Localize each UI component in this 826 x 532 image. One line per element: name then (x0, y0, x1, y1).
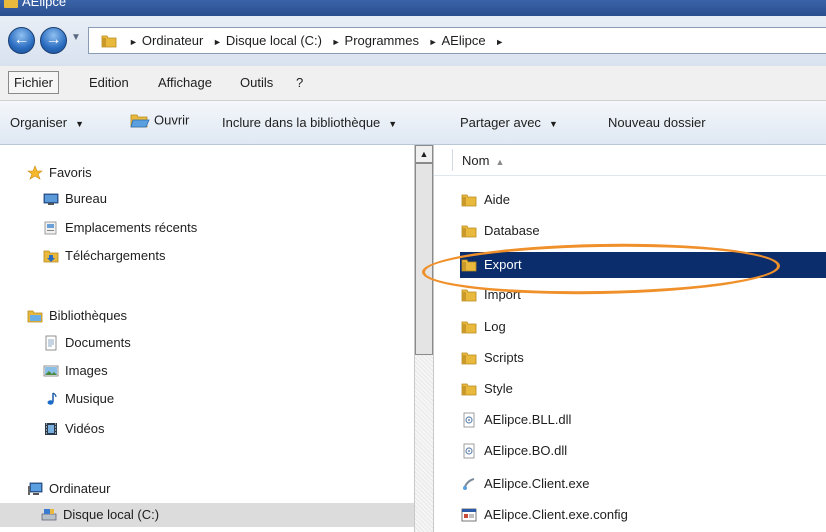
folder-icon (101, 35, 117, 48)
back-button[interactable]: ← (8, 27, 35, 54)
folder-icon (461, 352, 477, 364)
file-row-bo-dll[interactable]: AElipce.BO.dll (460, 438, 826, 464)
inclure-bibliotheque-button[interactable]: Inclure dans la bibliothèque ▼ (222, 115, 397, 130)
file-row-bll-dll[interactable]: AElipce.BLL.dll (460, 407, 826, 433)
images-icon (43, 365, 59, 376)
forward-button[interactable]: → (40, 27, 67, 54)
nav-ordinateur[interactable]: Ordinateur (26, 479, 110, 499)
star-icon (27, 164, 43, 180)
menu-affichage[interactable]: Affichage (158, 75, 212, 90)
address-row: ← → ▼ ► Ordinateur ► Disque local (C:) ► Pr… (0, 16, 826, 66)
file-row-log[interactable]: Log (460, 314, 826, 340)
nav-disque-local[interactable]: Disque local (C:) (0, 503, 414, 527)
config-file-icon (461, 508, 477, 521)
file-row-aide[interactable]: Aide (460, 187, 826, 213)
documents-icon (45, 335, 57, 350)
breadcrumb-item-aelipce[interactable]: ► AElipce (429, 33, 486, 48)
window-title: AElipce (22, 0, 67, 9)
breadcrumb: ► Ordinateur ► Disque local (C:) ► Programm… (129, 33, 514, 48)
file-row-style[interactable]: Style (460, 376, 826, 402)
menu-help[interactable]: ? (296, 75, 303, 90)
folder-icon (461, 321, 477, 333)
column-header-nom[interactable]: Nom ▲ (434, 145, 826, 176)
scroll-up-arrow-icon[interactable]: ▲ (415, 145, 433, 163)
breadcrumb-chevron-icon[interactable]: ► (495, 33, 508, 48)
recent-places-icon (44, 221, 57, 234)
desktop-icon (43, 193, 59, 205)
libraries-icon (27, 310, 43, 322)
folder-icon (461, 225, 477, 237)
scroll-thumb[interactable] (415, 163, 433, 355)
title-bar: AElipce (0, 0, 826, 16)
computer-icon (28, 482, 43, 495)
nav-bibliotheques[interactable]: Bibliothèques (26, 306, 127, 326)
history-dropdown-icon[interactable]: ▼ (71, 32, 81, 43)
nav-scrollbar[interactable]: ▲ (414, 145, 434, 532)
folder-icon (461, 383, 477, 395)
nav-bureau[interactable]: Bureau (42, 189, 107, 209)
file-row-import[interactable]: Import (460, 282, 826, 308)
open-folder-icon (130, 114, 150, 128)
file-list-pane: Nom ▲ Aide Database Export Import Log Scr… (434, 145, 826, 532)
dll-file-icon (463, 443, 475, 458)
nav-favoris[interactable]: Favoris (26, 163, 92, 183)
breadcrumb-item-disque-local[interactable]: ► Disque local (C:) (213, 33, 322, 48)
file-row-export[interactable]: Export (460, 252, 826, 278)
partager-avec-button[interactable]: Partager avec ▼ (460, 115, 558, 130)
column-separator (452, 149, 453, 171)
menu-fichier[interactable]: Fichier (8, 71, 60, 94)
folder-icon (461, 259, 477, 271)
file-row-client-exe[interactable]: AElipce.Client.exe (460, 471, 826, 497)
sort-ascending-icon: ▲ (495, 157, 505, 167)
nav-videos[interactable]: Vidéos (42, 419, 105, 439)
menu-outils[interactable]: Outils (240, 75, 273, 90)
folder-icon (4, 0, 18, 8)
folder-icon (461, 194, 477, 206)
nav-emplacements-recents[interactable]: Emplacements récents (42, 218, 197, 238)
nav-musique[interactable]: Musique (42, 389, 114, 409)
ouvrir-button[interactable]: Ouvrir (130, 112, 189, 130)
nav-documents[interactable]: Documents (42, 333, 131, 353)
dll-file-icon (463, 412, 475, 427)
menu-edition[interactable]: Edition (89, 75, 129, 90)
column-name-label: Nom (462, 153, 490, 168)
breadcrumb-item-programmes[interactable]: ► Programmes (332, 33, 419, 48)
downloads-folder-icon (43, 250, 59, 262)
folder-icon (461, 289, 477, 301)
nav-telechargements[interactable]: Téléchargements (42, 246, 165, 266)
file-row-database[interactable]: Database (460, 218, 826, 244)
videos-icon (45, 422, 57, 435)
file-row-scripts[interactable]: Scripts (460, 345, 826, 371)
breadcrumb-item-ordinateur[interactable]: ► Ordinateur (129, 33, 203, 48)
menu-bar: Fichier Edition Affichage Outils ? (0, 66, 826, 101)
local-disk-icon (41, 508, 57, 520)
exe-file-icon (463, 477, 475, 490)
file-row-client-exe-config[interactable]: AElipce.Client.exe.config (460, 502, 826, 528)
command-bar: Organiser ▼ Ouvrir Inclure dans la biblio… (0, 101, 826, 145)
navigation-pane: Favoris Bureau Emplacements récents Télé… (0, 145, 414, 532)
address-bar[interactable]: ► Ordinateur ► Disque local (C:) ► Programm… (88, 27, 826, 54)
music-icon (47, 392, 57, 405)
nouveau-dossier-button[interactable]: Nouveau dossier (608, 115, 706, 130)
nav-images[interactable]: Images (42, 361, 108, 381)
organiser-button[interactable]: Organiser ▼ (10, 115, 84, 130)
